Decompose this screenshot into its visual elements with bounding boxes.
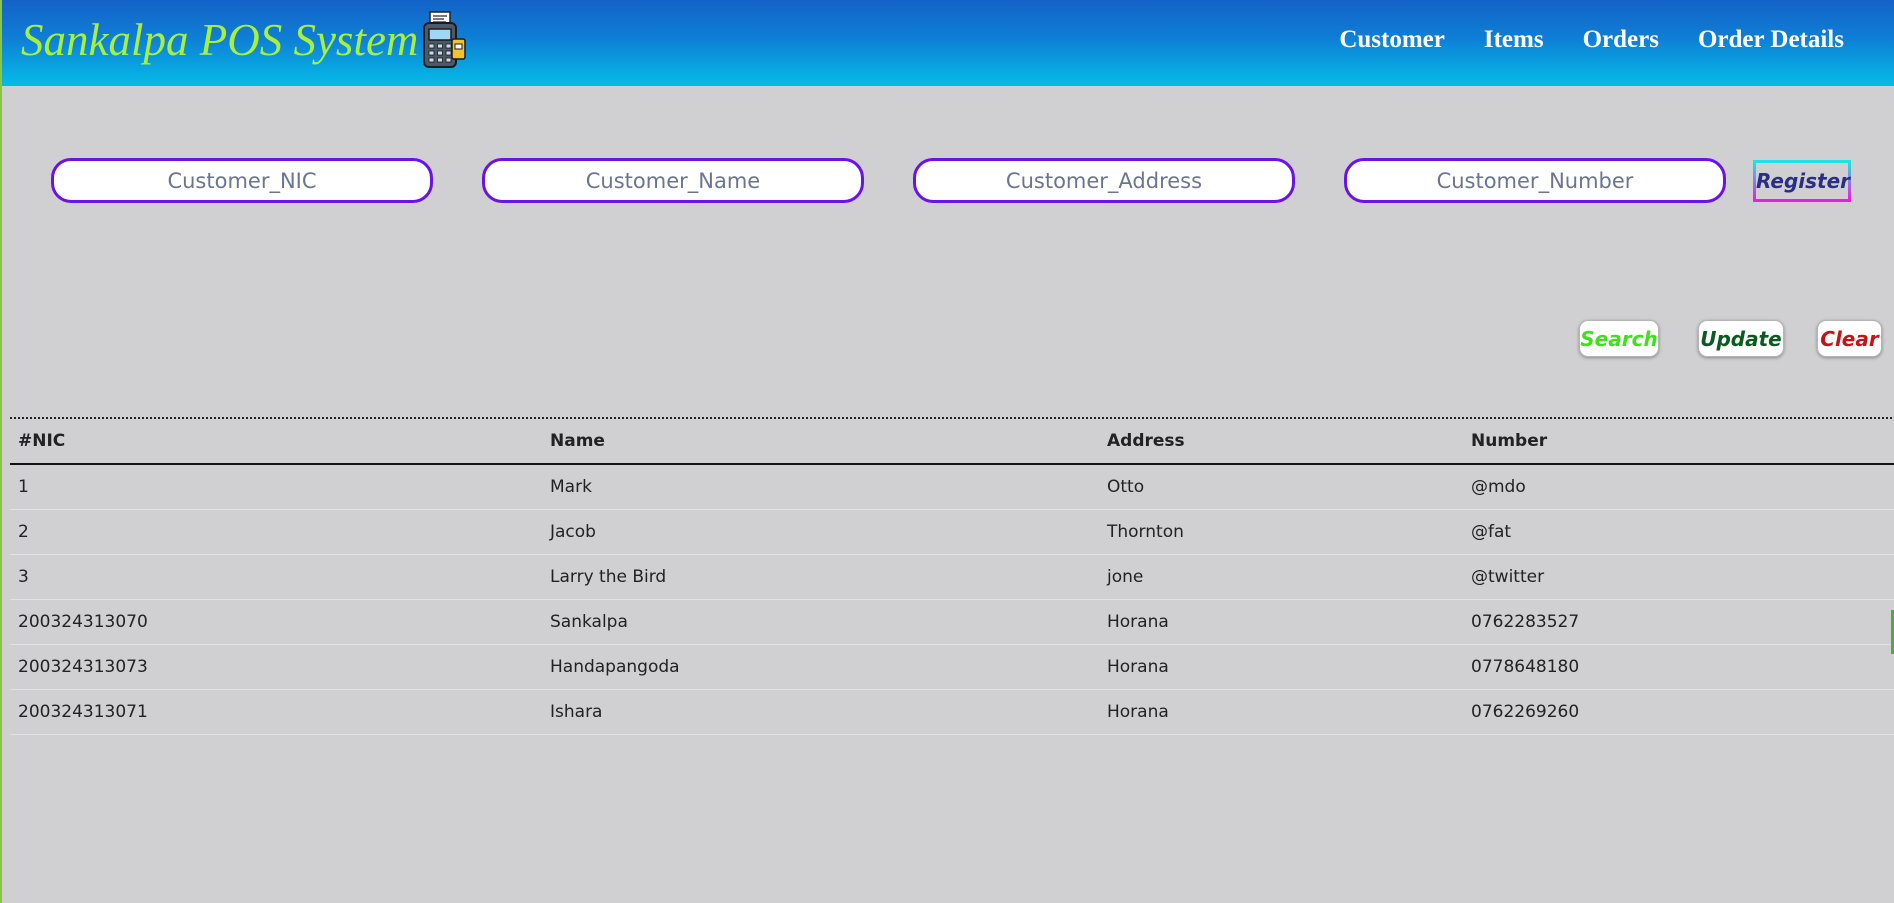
cell-name: Ishara: [542, 689, 1099, 735]
update-button[interactable]: Update: [1698, 320, 1784, 357]
cell-number: 0762283527: [1463, 599, 1894, 645]
column-header-nic: #NIC: [10, 419, 542, 465]
cell-address: jone: [1099, 554, 1463, 600]
table-row[interactable]: 200324313073 Handapangoda Horana 0778648…: [10, 644, 1894, 690]
customer-address-input[interactable]: [913, 158, 1295, 203]
cell-nic: 200324313073: [10, 644, 542, 690]
customer-number-input[interactable]: [1344, 158, 1726, 203]
nav-items[interactable]: Items: [1484, 22, 1544, 58]
cell-name: Larry the Bird: [542, 554, 1099, 600]
search-button[interactable]: Search: [1579, 320, 1659, 357]
cell-nic: 2: [10, 509, 542, 555]
column-header-name: Name: [542, 419, 1099, 465]
cell-address: Thornton: [1099, 509, 1463, 555]
cell-name: Jacob: [542, 509, 1099, 555]
main-nav: Customer Items Orders Order Details: [1300, 22, 1844, 58]
cell-address: Horana: [1099, 644, 1463, 690]
cell-number: @twitter: [1463, 554, 1894, 600]
cell-address: Horana: [1099, 689, 1463, 735]
table-row[interactable]: 3 Larry the Bird jone @twitter: [10, 554, 1894, 600]
cell-number: @fat: [1463, 509, 1894, 555]
customer-name-input[interactable]: [482, 158, 864, 203]
cell-nic: 200324313070: [10, 599, 542, 645]
table-header-row: #NIC Name Address Number: [10, 419, 1894, 465]
pos-terminal-icon: [423, 11, 466, 68]
cell-nic: 1: [10, 464, 542, 510]
cell-number: @mdo: [1463, 464, 1894, 510]
customer-table-container: #NIC Name Address Number 1 Mark Otto @md…: [10, 417, 1894, 735]
column-header-number: Number: [1463, 419, 1894, 465]
page: Sankalpa POS System Customer Items Order…: [0, 0, 1894, 903]
column-header-address: Address: [1099, 419, 1463, 465]
table-row[interactable]: 200324313070 Sankalpa Horana 0762283527: [10, 599, 1894, 645]
table-row[interactable]: 1 Mark Otto @mdo: [10, 464, 1894, 510]
header-bar: Sankalpa POS System Customer Items Order…: [2, 0, 1894, 86]
nav-order-details[interactable]: Order Details: [1698, 22, 1844, 58]
cell-address: Otto: [1099, 464, 1463, 510]
table-row[interactable]: 2 Jacob Thornton @fat: [10, 509, 1894, 555]
cell-name: Mark: [542, 464, 1099, 510]
brand-title: Sankalpa POS System: [21, 15, 419, 65]
customer-nic-input[interactable]: [51, 158, 433, 203]
cell-name: Handapangoda: [542, 644, 1099, 690]
cell-nic: 3: [10, 554, 542, 600]
cell-number: 0762269260: [1463, 689, 1894, 735]
register-button[interactable]: Register: [1753, 160, 1851, 202]
nav-orders[interactable]: Orders: [1583, 22, 1659, 58]
cell-name: Sankalpa: [542, 599, 1099, 645]
table-row[interactable]: 200324313071 Ishara Horana 0762269260: [10, 689, 1894, 735]
customer-table: #NIC Name Address Number 1 Mark Otto @md…: [10, 419, 1894, 735]
clear-button[interactable]: Clear: [1817, 320, 1882, 357]
nav-customer[interactable]: Customer: [1339, 22, 1445, 58]
cell-nic: 200324313071: [10, 689, 542, 735]
cell-address: Horana: [1099, 599, 1463, 645]
cell-number: 0778648180: [1463, 644, 1894, 690]
